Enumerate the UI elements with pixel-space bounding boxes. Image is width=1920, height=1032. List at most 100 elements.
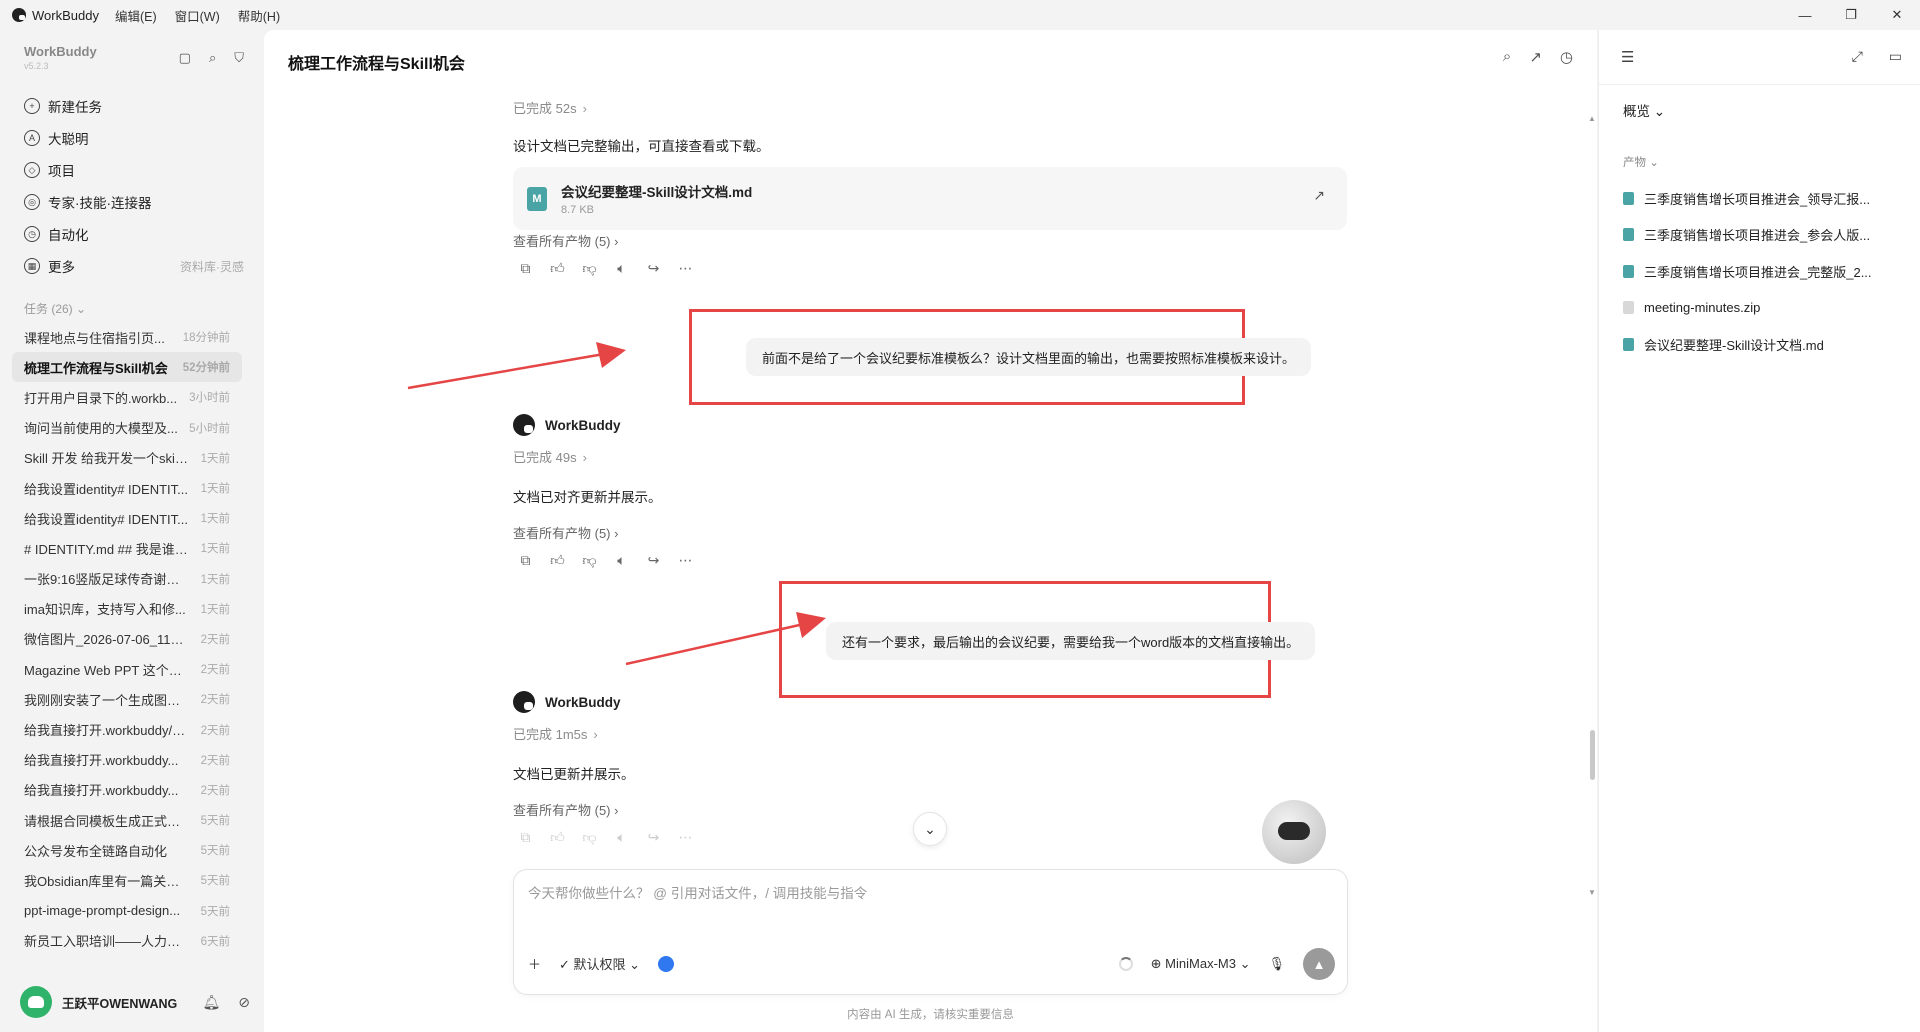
products-section-label[interactable]: 产物 ⌄ (1623, 154, 1659, 170)
product-file-list: 三季度销售增长项目推进会_领导汇报... 三季度销售增长项目推进会_参会人版..… (1623, 180, 1907, 363)
file-card[interactable]: M 会议纪要整理-Skill设计文档.md 8.7 KB ↗ (513, 167, 1347, 230)
thumbs-down-icon[interactable]: 👎︎ (581, 552, 598, 569)
product-file[interactable]: meeting-minutes.zip (1623, 290, 1907, 327)
thumbs-down-icon[interactable]: 👎︎ (581, 260, 598, 277)
task-item[interactable]: 打开用户目录下的.workb... 3小时前 (12, 382, 242, 412)
product-file[interactable]: 会议纪要整理-Skill设计文档.md (1623, 326, 1907, 363)
history-icon[interactable]: ◷ (1560, 48, 1573, 66)
avatar[interactable] (20, 986, 52, 1018)
tasks-header[interactable]: 任务 (26) ⌄ (24, 300, 86, 317)
task-item[interactable]: 给我直接打开.workbuddy/s... 2天前 (12, 714, 242, 744)
share-icon[interactable]: ↪ (645, 260, 662, 277)
speaker-icon[interactable]: 🔈︎ (613, 552, 630, 569)
title-bar: WorkBuddy 编辑(E) 窗口(W) 帮助(H) — ❐ ✕ (0, 0, 1920, 30)
nav-big-smart[interactable]: A 大聪明 (24, 122, 244, 154)
more-icon[interactable]: ⋯ (677, 260, 694, 277)
scroll-down-arrow[interactable]: ▼ (1588, 888, 1596, 897)
task-item[interactable]: Skill 开发 给我开发一个skill... 1天前 (12, 443, 242, 473)
minimize-button[interactable]: — (1782, 0, 1828, 30)
model-selector[interactable]: ⊕ MiniMax-M3 ⌄ (1151, 956, 1251, 972)
completed-status[interactable]: 已完成 49s › (513, 447, 587, 466)
more-icon[interactable]: ⋯ (677, 829, 694, 846)
task-item[interactable]: 我刚刚安装了一个生成图片... 2天前 (12, 684, 242, 714)
chevron-right-icon: › (582, 450, 587, 465)
view-all-products-link[interactable]: 查看所有产物 (5) › (513, 231, 618, 250)
task-item[interactable]: Magazine Web PPT 这个技... 2天前 (12, 654, 242, 684)
permission-selector[interactable]: ✓ 默认权限 ⌄ (559, 954, 640, 973)
open-external-icon[interactable]: ↗ (1313, 187, 1325, 204)
markdown-file-icon (1623, 228, 1634, 242)
task-item[interactable]: # IDENTITY.md ## 我是谁 ... 1天前 (12, 533, 242, 563)
nav-new-task[interactable]: + 新建任务 (24, 90, 244, 122)
task-item-active[interactable]: 梳理工作流程与Skill机会 52分钟前 (12, 352, 242, 383)
task-item[interactable]: 课程地点与住宿指引页... 18分钟前 (12, 322, 242, 352)
nav-automation[interactable]: ◷ 自动化 (24, 218, 244, 250)
filter-icon[interactable]: ⛉ (234, 50, 244, 66)
plugin-icon[interactable] (658, 955, 675, 972)
send-arrow-icon: ▲ (1312, 956, 1326, 972)
bell-icon[interactable]: 🔔︎ (202, 994, 220, 1011)
expand-icon[interactable]: ⤢ (1852, 48, 1863, 65)
task-item[interactable]: 一张9:16竖版足球传奇谢幕... 1天前 (12, 564, 242, 594)
menu-window[interactable]: 窗口(W) (175, 6, 220, 25)
share-icon[interactable]: ↗ (1529, 48, 1542, 66)
scroll-to-bottom-button[interactable]: ⌄ (913, 812, 947, 846)
markdown-file-icon (1623, 264, 1634, 278)
menu-help[interactable]: 帮助(H) (238, 6, 280, 25)
task-item[interactable]: 微信图片_2026-07-06_1143... 2天前 (12, 624, 242, 654)
product-file[interactable]: 三季度销售增长项目推进会_参会人版... (1623, 217, 1907, 254)
search-icon[interactable]: ⌕ (1503, 48, 1511, 66)
message-composer[interactable]: 今天帮你做些什么？ @ 引用对话文件，/ 调用技能与指令 ＋ ✓ 默认权限 ⌄ … (513, 869, 1348, 995)
task-item[interactable]: 询问当前使用的大模型及... 5小时前 (12, 413, 242, 443)
product-file[interactable]: 三季度销售增长项目推进会_领导汇报... (1623, 180, 1907, 217)
mascot-robot-icon[interactable] (1262, 800, 1326, 864)
task-item[interactable]: ppt-image-prompt-design... 5天前 (12, 896, 242, 926)
view-all-products-link[interactable]: 查看所有产物 (5) › (513, 523, 618, 542)
microphone-icon[interactable]: 🎙︎ (1268, 956, 1285, 972)
nav-experts-skills[interactable]: ◎ 专家·技能·连接器 (24, 186, 244, 218)
more-icon[interactable]: ⋯ (677, 552, 694, 569)
view-all-products-link[interactable]: 查看所有产物 (5) › (513, 800, 618, 819)
send-button[interactable]: ▲ (1303, 948, 1335, 980)
task-item[interactable]: ima知识库，支持写入和修... 1天前 (12, 594, 242, 624)
share-icon[interactable]: ↪ (645, 829, 662, 846)
panel-toggle-icon[interactable]: ▭ (1889, 48, 1902, 65)
copy-icon[interactable]: ⧉ (517, 260, 534, 277)
settings-icon[interactable]: ⊘ (238, 994, 250, 1011)
task-item[interactable]: 给我设置identity# IDENTIT... 1天前 (12, 473, 242, 503)
thumbs-up-icon[interactable]: 👍︎ (549, 552, 566, 569)
task-item[interactable]: 新员工入职培训——人力资... 6天前 (12, 926, 242, 956)
thumbs-down-icon[interactable]: 👎︎ (581, 829, 598, 846)
toggle-sidebar-icon[interactable]: ▢ (179, 50, 191, 66)
user-name[interactable]: 王跃平OWENWANG (62, 993, 177, 1012)
copy-icon[interactable]: ⧉ (517, 829, 534, 846)
nav-more[interactable]: ▦ 更多 资料库·灵感 (24, 250, 244, 282)
composer-placeholder[interactable]: 今天帮你做些什么？ @ 引用对话文件，/ 调用技能与指令 (528, 882, 867, 902)
product-file[interactable]: 三季度销售增长项目推进会_完整版_2... (1623, 253, 1907, 290)
speaker-icon[interactable]: 🔈︎ (613, 260, 630, 277)
search-icon[interactable]: ⌕ (209, 50, 216, 66)
copy-icon[interactable]: ⧉ (517, 552, 534, 569)
share-icon[interactable]: ↪ (645, 552, 662, 569)
thumbs-up-icon[interactable]: 👍︎ (549, 260, 566, 277)
workbuddy-logo-icon (12, 8, 26, 22)
speaker-icon[interactable]: 🔈︎ (613, 829, 630, 846)
completed-status[interactable]: 已完成 52s › (513, 98, 587, 117)
scrollbar-thumb[interactable] (1590, 730, 1595, 780)
task-item[interactable]: 给我直接打开.workbuddy... 2天前 (12, 775, 242, 805)
thumbs-up-icon[interactable]: 👍︎ (549, 829, 566, 846)
overview-dropdown[interactable]: 概览 ⌄ (1623, 100, 1665, 120)
plus-icon[interactable]: ＋ (528, 954, 541, 973)
task-item[interactable]: 给我直接打开.workbuddy... 2天前 (12, 745, 242, 775)
menu-edit[interactable]: 编辑(E) (115, 6, 157, 25)
task-item[interactable]: 给我设置identity# IDENTIT... 1天前 (12, 503, 242, 533)
task-item[interactable]: 公众号发布全链路自动化 5天前 (12, 835, 242, 865)
scroll-up-arrow[interactable]: ▲ (1588, 114, 1596, 123)
task-item[interactable]: 请根据合同模板生成正式合... 5天前 (12, 805, 242, 835)
completed-status[interactable]: 已完成 1m5s › (513, 724, 598, 743)
outline-icon[interactable]: ☰ (1621, 48, 1634, 66)
maximize-button[interactable]: ❐ (1828, 0, 1874, 30)
nav-projects[interactable]: ◇ 项目 (24, 154, 244, 186)
task-item[interactable]: 我Obsidian库里有一篇关于... 5天前 (12, 865, 242, 895)
close-button[interactable]: ✕ (1874, 0, 1920, 30)
